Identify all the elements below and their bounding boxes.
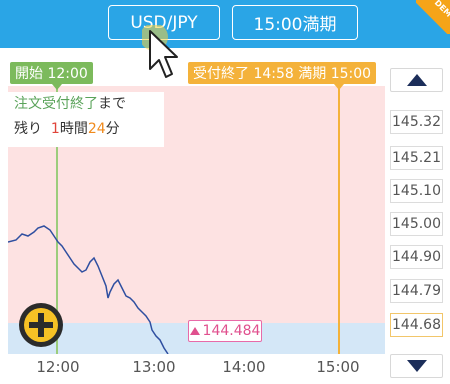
mouse-pointer-icon <box>142 25 178 78</box>
demo-badge: DEM <box>416 0 450 34</box>
order-deadline-info: 注文受付終了まで 残り 1時間24分 <box>8 92 164 147</box>
y-axis-label: 145.00 <box>390 212 443 236</box>
y-axis-label: 145.32 <box>390 110 443 134</box>
expiry-time-marker: 受付終了 14:58 満期 15:00 <box>188 62 377 84</box>
deadline-suffix: まで <box>98 96 126 112</box>
scroll-down-button[interactable] <box>390 354 443 378</box>
expiry-button[interactable]: 15:00満期 <box>232 5 358 40</box>
x-axis-label: 14:00 <box>222 358 266 376</box>
scroll-up-button[interactable] <box>390 68 443 92</box>
remaining-label: 残り <box>14 121 42 137</box>
remaining-hours: 1 <box>50 121 60 137</box>
x-axis-label: 12:00 <box>36 358 80 376</box>
triangle-up-icon <box>406 74 427 86</box>
current-price-axis-label: 144.68 <box>390 313 443 337</box>
small-up-triangle-icon <box>189 327 200 335</box>
y-axis-label: 144.90 <box>390 245 443 269</box>
plus-circle-icon[interactable] <box>18 302 64 348</box>
deadline-title: 注文受付終了 <box>14 96 98 112</box>
deadline-line-1: 注文受付終了まで <box>14 92 158 117</box>
minutes-unit: 分 <box>105 121 120 137</box>
start-time-marker: 開始 12:00 <box>10 62 93 84</box>
expiry-marker-caret <box>334 84 344 90</box>
deadline-line-2: 残り 1時間24分 <box>14 117 158 142</box>
x-axis-label: 15:00 <box>316 358 360 376</box>
top-bar: USD/JPY 15:00満期 DEM <box>0 0 450 48</box>
price-tag: 144.484 <box>188 320 262 342</box>
y-axis-label: 144.79 <box>390 279 443 303</box>
triangle-down-icon <box>406 360 427 372</box>
remaining-minutes: 24 <box>87 121 106 137</box>
y-axis-label: 145.10 <box>390 179 443 203</box>
x-axis-label: 13:00 <box>132 358 176 376</box>
start-marker-caret <box>52 84 62 90</box>
y-axis-label: 145.21 <box>390 146 443 170</box>
price-tag-value: 144.484 <box>202 323 261 339</box>
hours-unit: 時間 <box>59 121 88 137</box>
